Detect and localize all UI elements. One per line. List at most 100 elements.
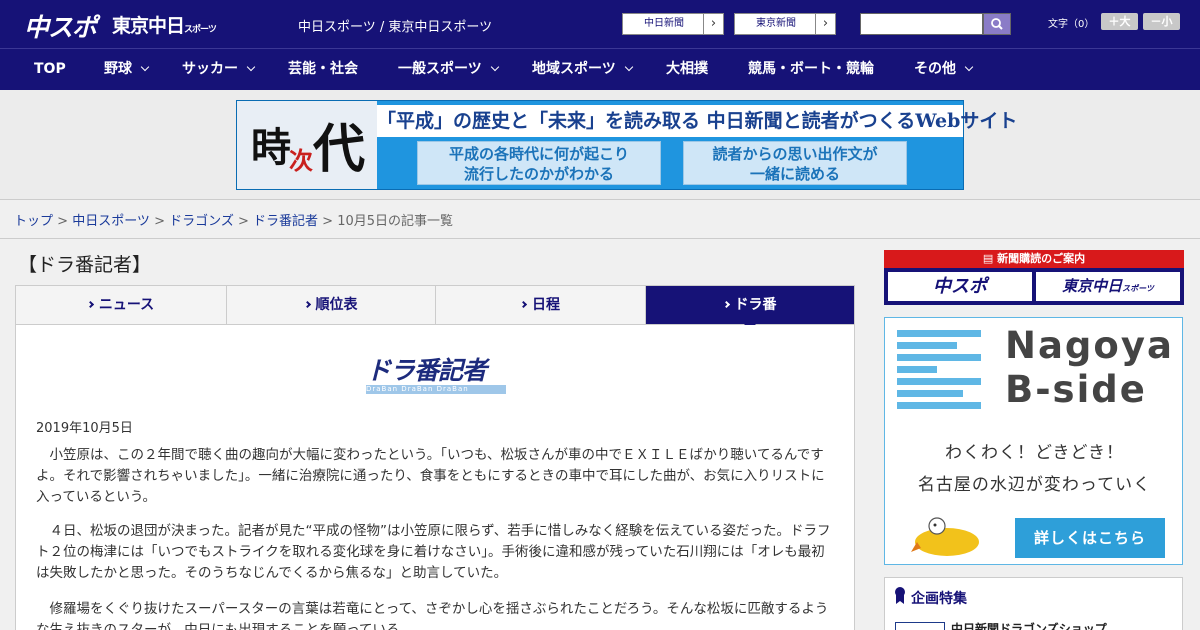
subscription-box: ▤ 新聞購読のご案内 中スポ 東京中日スポーツ [884,250,1184,305]
tab-standings[interactable]: 順位表 [227,286,436,324]
feature-item-dragons-shop[interactable]: 中日新聞ドラゴンズショップ [951,620,1107,630]
tokyo-chunichi-logo-text: 東京中日 [112,15,185,37]
banner-headline: 「平成」の歴史と「未来」を読み取る 中日新聞と読者がつくるWebサイト [377,105,1017,137]
tab-label: 日程 [532,297,560,313]
chevron-down-icon [246,62,256,72]
nav-label: 一般スポーツ [398,61,482,77]
chunichi-sports-logo[interactable]: 中スポ [24,8,97,44]
nav-label: 地域スポーツ [532,61,616,77]
nav-sumo[interactable]: 大相撲 [666,49,708,90]
banner-box-right-line2: 一緒に読める [749,165,840,183]
font-size-label: 文字（0） [1048,19,1095,30]
chevron-right-icon [722,300,730,309]
breadcrumb-chunichi-sports[interactable]: 中日スポーツ [72,214,150,229]
breadcrumb-separator: > [149,214,170,229]
chunichi-shimbun-button[interactable]: 中日新聞 › [622,13,724,35]
banner-box-left: 平成の各時代に何が起こり 流行したのかがわかる [417,141,661,185]
nav-label: その他 [914,61,956,77]
nav-racing[interactable]: 競馬・ボート・競輪 [748,49,874,90]
tab-schedule[interactable]: 日程 [436,286,646,324]
chevron-right-icon [303,300,311,309]
breadcrumb-divider [0,238,1200,239]
banner-logo-dai: 代 [313,119,366,180]
section-tabs: ニュース 順位表 日程 ドラ番 [15,285,855,330]
draban-logo: ドラ番記者 DraBan DraBan DraBan [366,351,506,397]
breadcrumb: トップ > 中日スポーツ > ドラゴンズ > ドラ番記者 > 10月5日の記事一… [14,210,453,229]
chevron-down-icon [490,62,499,72]
nav-general-sports[interactable]: 一般スポーツ [398,49,499,90]
ad-details-button[interactable]: 詳しくはこちら [1015,518,1165,558]
search-icon [991,18,1003,30]
tokyo-shimbun-button[interactable]: 東京新聞 › [734,13,836,35]
top-header: 中スポ 東京中日スポーツ 中日スポーツ / 東京中日スポーツ 中日新聞 › 東京… [0,0,1200,48]
banner-box-left-line2: 流行したのかがわかる [463,165,614,183]
banner-area: 時 次 代 「平成」の歴史と「未来」を読み取る 中日新聞と読者がつくるWebサイ… [0,90,1200,200]
article-body: ドラ番記者 DraBan DraBan DraBan 2019年10月5日 小笠… [15,325,855,630]
feature-title: 企画特集 [911,591,967,607]
draban-logo-subtext: DraBan DraBan DraBan [366,385,506,394]
chevron-right-icon: › [815,14,835,34]
nav-label: サッカー [182,61,238,77]
tab-label: ニュース [98,297,155,313]
tab-label: 順位表 [315,297,358,313]
tab-news[interactable]: ニュース [16,286,227,324]
chevron-down-icon [624,62,633,72]
search-input[interactable] [860,13,983,35]
subscribe-tokyo-chunichi-text: 東京中日 [1062,277,1123,295]
site-title[interactable]: 中日スポーツ / 東京中日スポーツ [298,16,492,35]
banner-logo: 時 次 代 [237,101,377,189]
fried-shrimp-mascot-icon [911,517,979,556]
main-nav: TOP 野球 サッカー 芸能・社会 一般スポーツ 地域スポーツ 大相撲 競馬・ボ… [0,48,1200,90]
breadcrumb-separator: > [318,214,338,229]
tab-label: ドラ番 [734,297,777,313]
tokyo-chunichi-sports-logo[interactable]: 東京中日スポーツ [112,11,217,38]
subscribe-tokyo-chunichi-small: スポーツ [1122,284,1154,293]
subscription-heading-text: 新聞購読のご案内 [997,252,1086,265]
nav-label: TOP [34,61,66,77]
article-paragraph: 小笠原は、この２年間で聴く曲の趣向が大幅に変わったという。「いつも、松坂さんが車… [36,447,825,505]
nav-label: 競馬・ボート・競輪 [748,61,874,77]
nav-label: 野球 [104,61,132,77]
nav-baseball[interactable]: 野球 [104,49,150,90]
subscribe-tokyo-chunichi-button[interactable]: 東京中日スポーツ [1036,272,1180,301]
ad-tagline2: 名古屋の水辺が変わっていく [917,475,1152,495]
feature-section: 企画特集 中日新聞ドラゴンズショップ [884,577,1183,630]
breadcrumb-top[interactable]: トップ [14,214,53,229]
breadcrumb-separator: > [53,214,73,229]
breadcrumb-dragons[interactable]: ドラゴンズ [169,214,234,229]
nav-label: 大相撲 [666,61,708,77]
nav-entertainment[interactable]: 芸能・社会 [288,49,358,90]
ad-title-line2: B-side [1005,368,1147,411]
tokyo-chunichi-logo-small: スポーツ [184,25,217,35]
chevron-right-icon [86,300,94,309]
search-button[interactable] [983,13,1011,35]
breadcrumb-draban[interactable]: ドラ番記者 [253,214,318,229]
banner-logo-tsugi: 次 [289,146,313,175]
breadcrumb-separator: > [233,214,254,229]
nagoya-bside-ad[interactable]: Nagoya B-side わくわく！どきどき！ 名古屋の水辺が変わっていく 詳… [884,317,1183,565]
article-paragraph: ４日、松坂の退団が決まった。記者が見た“平成の怪物”は小笠原に限らず、若手に惜し… [36,523,831,581]
jijidai-banner[interactable]: 時 次 代 「平成」の歴史と「未来」を読み取る 中日新聞と読者がつくるWebサイ… [236,100,1017,190]
banner-box-right: 読者からの思い出作文が 一緒に読める [683,141,907,185]
chevron-right-icon [519,300,528,309]
chevron-down-icon [964,62,974,72]
article-date: 2019年10月5日 [36,421,133,436]
banner-logo-ji: 時 [251,124,291,171]
breadcrumb-current: 10月5日の記事一覧 [337,214,454,229]
draban-logo-text: ドラ番記者 [366,356,487,385]
font-smaller-button[interactable]: －小 [1143,13,1180,30]
nav-top[interactable]: TOP [34,49,66,90]
newspaper-icon: ▤ [982,252,998,265]
ad-title-line1: Nagoya [1005,324,1174,367]
tab-draban[interactable]: ドラ番 [646,286,854,330]
subscribe-chuspo-button[interactable]: 中スポ [888,272,1032,301]
font-bigger-button[interactable]: ＋大 [1101,13,1138,30]
banner-box-right-line1: 読者からの思い出作文が [712,145,878,163]
chevron-right-icon: › [703,14,723,34]
nav-soccer[interactable]: サッカー [182,49,256,90]
tokyo-shimbun-label: 東京新聞 [756,18,796,29]
dragons-shop-thumbnail[interactable] [895,622,945,630]
ad-tagline1: わくわく！どきどき！ [945,443,1124,463]
nav-other[interactable]: その他 [914,49,974,90]
nav-regional-sports[interactable]: 地域スポーツ [532,49,633,90]
